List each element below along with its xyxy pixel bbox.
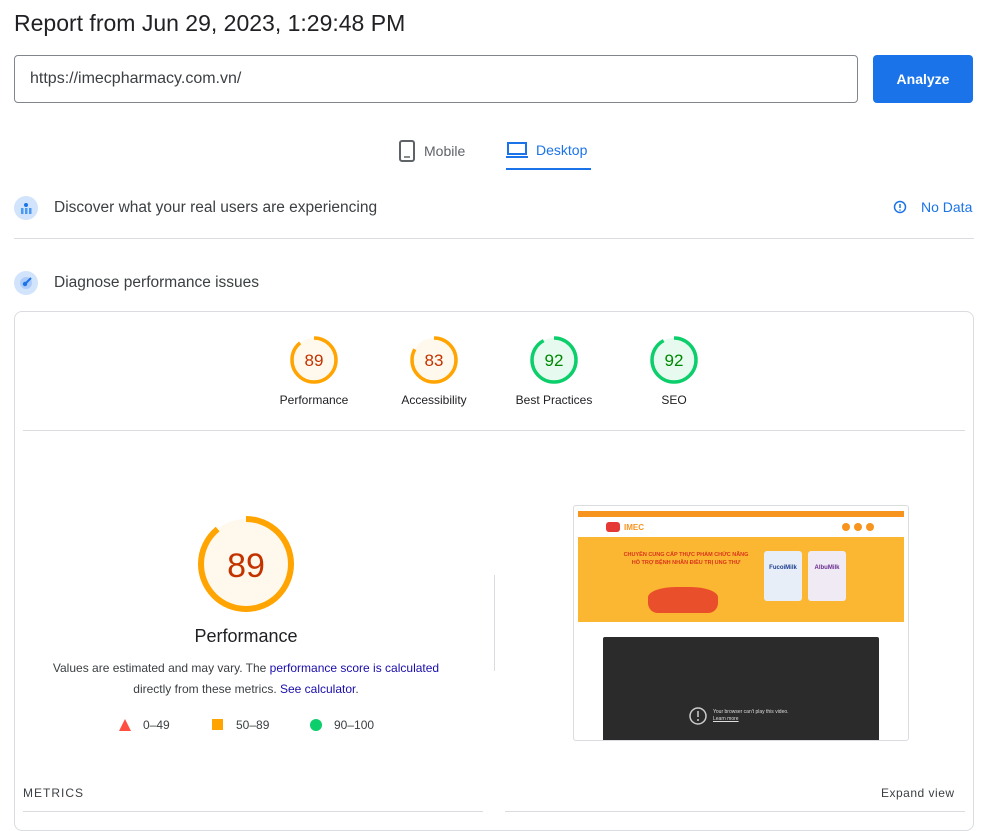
divider xyxy=(14,238,974,239)
video-error: Your browser can't play this video. Learn… xyxy=(689,707,789,725)
analyze-button[interactable]: Analyze xyxy=(873,55,973,103)
gauge-ring: 92 xyxy=(530,336,578,384)
gauge-score: 83 xyxy=(425,351,444,370)
no-data-status: No Data xyxy=(893,199,972,215)
product-can: AlbuMilk xyxy=(808,551,846,601)
phone-icon xyxy=(399,140,415,162)
video-message: Your browser can't play this video. xyxy=(713,709,789,715)
product-can: FucoiMilk xyxy=(764,551,802,601)
legend-average: 50–89 xyxy=(212,718,269,732)
score-gauge-seo[interactable]: 92 SEO xyxy=(624,335,724,407)
learn-more-link: Learn more xyxy=(713,716,739,722)
performance-gauge-large: 89 xyxy=(198,516,294,612)
site-banner: CHUYÊN CUNG CẤP THỰC PHẨM CHỨC NĂNG HỖ T… xyxy=(578,537,904,622)
gauge-score: 89 xyxy=(305,351,324,370)
desc-text: Values are estimated and may vary. The xyxy=(52,661,270,675)
gauge-label: SEO xyxy=(661,393,687,407)
gauge-label: Performance xyxy=(279,393,349,407)
legend-pass: 90–100 xyxy=(310,718,374,732)
page-screenshot: IMEC CHUYÊN CUNG CẤP THỰC PHẨM CHỨC NĂNG… xyxy=(573,505,909,741)
metrics-heading: METRICS xyxy=(23,786,84,800)
divider xyxy=(23,430,965,431)
score-gauge-accessibility[interactable]: 83 Accessibility xyxy=(384,335,484,407)
url-input[interactable]: https://imecpharmacy.com.vn/ xyxy=(14,55,858,103)
score-description: Values are estimated and may vary. The p… xyxy=(40,658,452,700)
gauge-ring: 89 xyxy=(290,336,338,384)
triangle-icon xyxy=(119,719,131,731)
circle-icon xyxy=(310,719,322,731)
banner-headline: HỖ TRỢ BỆNH NHÂN ĐIỀU TRỊ UNG THƯ xyxy=(631,560,741,566)
score-gauge-performance[interactable]: 89 Performance xyxy=(264,335,364,407)
legend-label: 50–89 xyxy=(236,718,270,732)
expand-view-button[interactable]: Expand view xyxy=(881,786,955,800)
see-calculator-link[interactable]: See calculator xyxy=(280,682,355,696)
lab-data-title: Diagnose performance issues xyxy=(54,274,260,291)
performance-score-large: 89 xyxy=(227,547,265,585)
score-calculated-link[interactable]: performance score is calculated xyxy=(270,661,439,675)
gauge-icon xyxy=(14,271,38,295)
gauge-score: 92 xyxy=(545,351,564,370)
gauge-label: Accessibility xyxy=(401,393,467,407)
score-gauges: 89 Performance 83 Accessibility 92 Best Pract… xyxy=(264,335,724,407)
video-placeholder: Your browser can't play this video. Learn… xyxy=(603,637,879,740)
divider xyxy=(23,811,483,812)
laptop-icon xyxy=(506,142,528,158)
square-icon xyxy=(212,719,223,730)
lab-data-section: Diagnose performance issues xyxy=(14,271,259,295)
tab-desktop[interactable]: Desktop xyxy=(506,132,591,170)
score-gauge-best-practices[interactable]: 92 Best Practices xyxy=(504,335,604,407)
legend-label: 90–100 xyxy=(334,718,375,732)
no-data-label: No Data xyxy=(921,199,973,215)
gauge-score: 92 xyxy=(665,351,684,370)
info-icon xyxy=(893,200,907,214)
divider xyxy=(494,575,495,671)
vegetables-image xyxy=(648,587,718,613)
legend-fail: 0–49 xyxy=(119,718,170,732)
site-header: IMEC xyxy=(578,517,904,537)
tab-desktop-label: Desktop xyxy=(536,142,588,158)
banner-headline: CHUYÊN CUNG CẤP THỰC PHẨM CHỨC NĂNG xyxy=(623,552,749,558)
users-icon xyxy=(14,196,38,220)
field-data-section: Discover what your real users are experi… xyxy=(14,196,377,220)
field-data-title: Discover what your real users are experi… xyxy=(54,199,378,216)
gauge-ring: 83 xyxy=(410,336,458,384)
desc-text: directly from these metrics. xyxy=(133,682,280,696)
site-logo-icon xyxy=(606,522,620,532)
site-logo-text: IMEC xyxy=(624,522,644,532)
gauge-label: Best Practices xyxy=(515,393,593,407)
alert-icon xyxy=(689,707,707,725)
tab-mobile[interactable]: Mobile xyxy=(398,132,465,170)
divider xyxy=(505,811,965,812)
performance-label: Performance xyxy=(194,626,298,646)
desc-text: . xyxy=(355,682,359,696)
gauge-ring: 92 xyxy=(650,336,698,384)
tab-mobile-label: Mobile xyxy=(424,143,466,159)
page-title: Report from Jun 29, 2023, 1:29:48 PM xyxy=(14,10,406,36)
legend-label: 0–49 xyxy=(143,718,170,732)
